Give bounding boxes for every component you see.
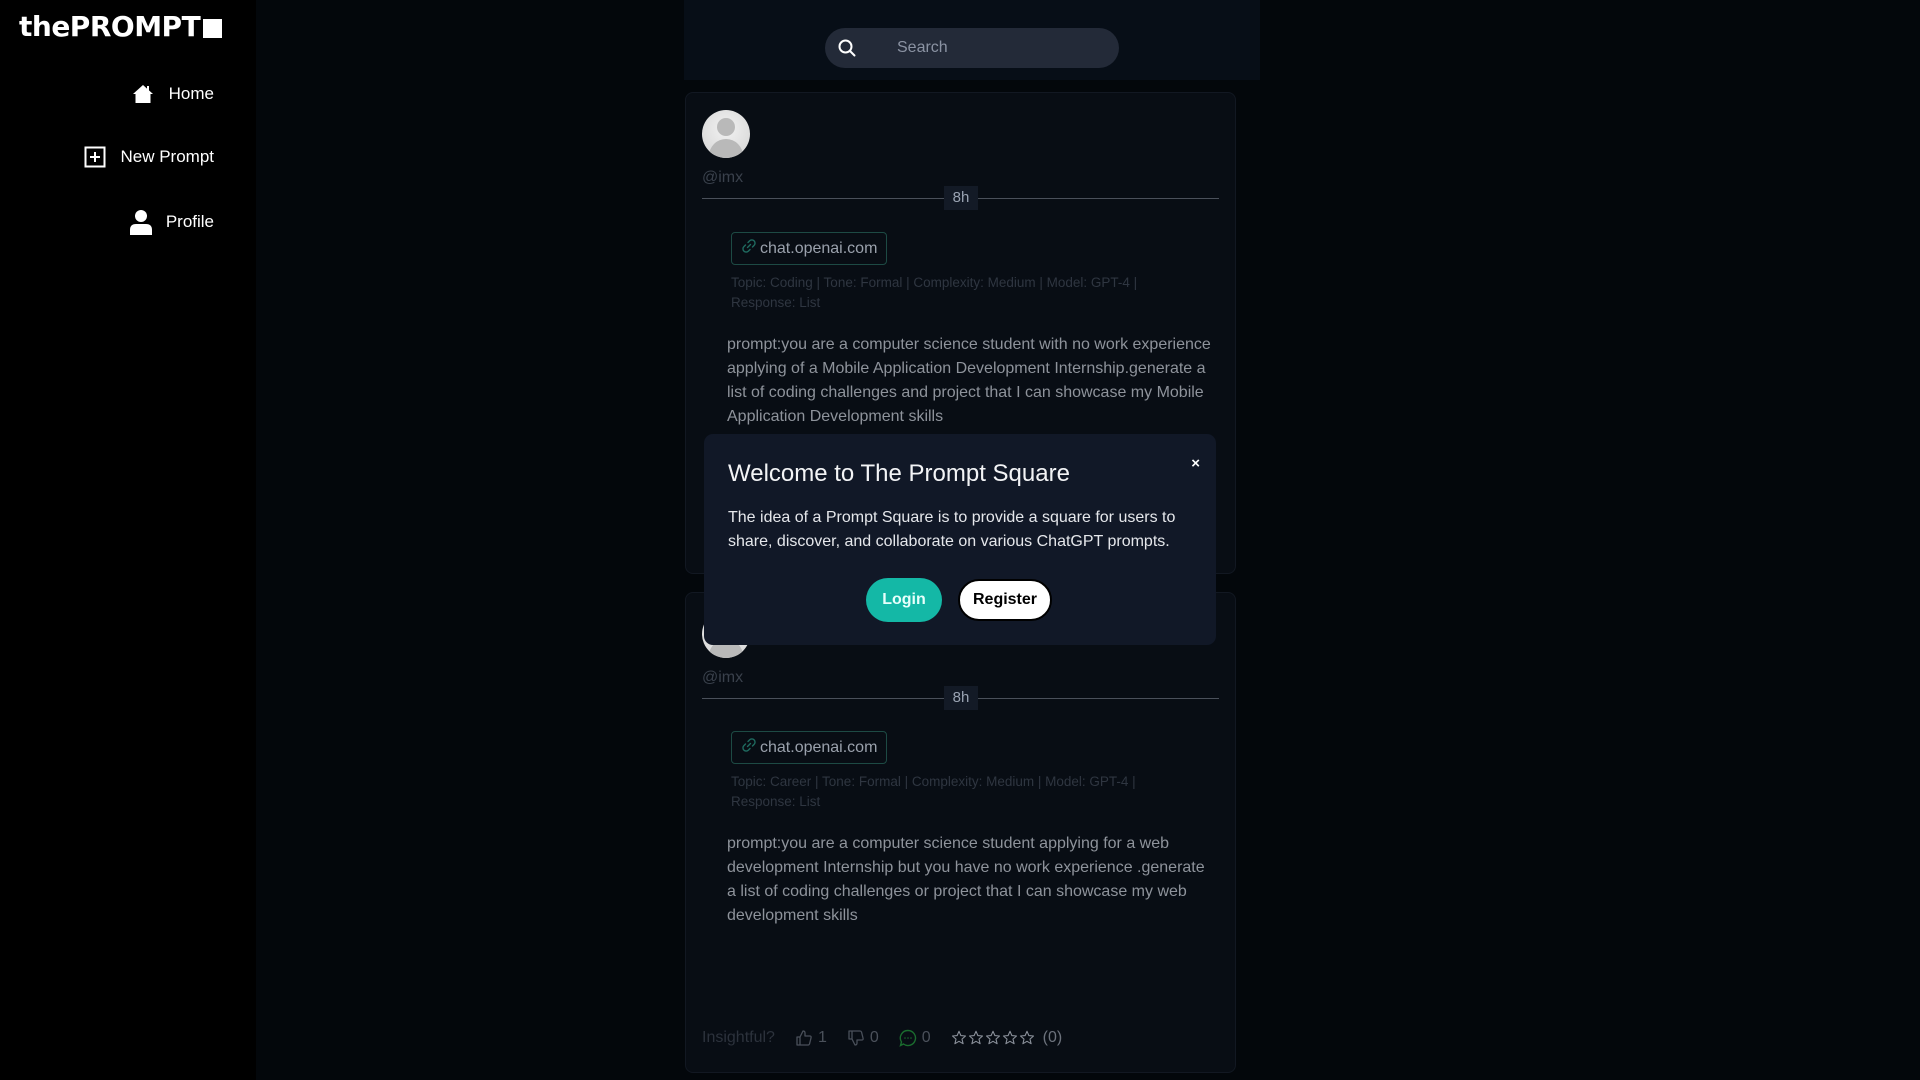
search-bar[interactable] <box>825 28 1119 68</box>
post-actions: Insightful? 1 0 0 (0) <box>702 1029 1062 1047</box>
logo[interactable]: thePROMPT <box>19 10 223 43</box>
link-text: chat.openai.com <box>760 738 878 756</box>
register-button[interactable]: Register <box>958 579 1052 621</box>
star-icon[interactable] <box>1019 1030 1035 1046</box>
rating-count: (0) <box>1042 1029 1063 1046</box>
dislike-count: 0 <box>869 1029 879 1046</box>
link-chip[interactable]: chat.openai.com <box>731 232 888 265</box>
login-button[interactable]: Login <box>866 578 942 622</box>
comment-icon <box>899 1029 916 1047</box>
insightful-label: Insightful? <box>702 1029 775 1046</box>
search-icon[interactable] <box>837 38 857 63</box>
plus-square-icon <box>84 146 106 168</box>
close-icon[interactable]: × <box>1191 455 1200 472</box>
like-count: 1 <box>817 1029 827 1046</box>
prompt-text: prompt:you are a computer science studen… <box>727 336 1211 425</box>
star-rating[interactable] <box>951 1030 1035 1046</box>
thumbs-down-icon <box>848 1030 864 1046</box>
avatar[interactable] <box>702 110 750 158</box>
star-icon[interactable] <box>968 1030 984 1046</box>
star-icon[interactable] <box>951 1030 967 1046</box>
sidebar-item-new-prompt[interactable]: New Prompt <box>84 146 214 168</box>
logo-square-icon <box>203 18 223 38</box>
comment-button[interactable]: 0 <box>899 1029 931 1047</box>
post-card: @imx 8h chat.openai.com Topic: Career | … <box>685 592 1236 1073</box>
comment-count: 0 <box>921 1029 931 1046</box>
prompt-text: prompt:you are a computer science studen… <box>727 835 1205 924</box>
modal-title: Welcome to The Prompt Square <box>728 460 1070 487</box>
sidebar-item-home[interactable]: Home <box>131 82 214 106</box>
modal-description: The idea of a Prompt Square is to provid… <box>728 509 1176 550</box>
post-time: 8h <box>944 186 978 210</box>
thumbs-up-icon <box>796 1030 812 1046</box>
star-icon[interactable] <box>985 1030 1001 1046</box>
home-icon <box>131 82 155 106</box>
link-text: chat.openai.com <box>760 239 878 257</box>
prompt-meta: Topic: Career | Tone: Formal | Complexit… <box>731 774 1136 809</box>
sidebar-item-label: Profile <box>165 212 214 231</box>
sidebar-item-profile[interactable]: Profile <box>129 209 214 235</box>
user-icon <box>129 209 152 235</box>
prompt-meta: Topic: Coding | Tone: Formal | Complexit… <box>731 275 1138 310</box>
welcome-modal: Welcome to The Prompt Square × The idea … <box>704 434 1216 645</box>
header <box>684 0 1260 80</box>
user-handle[interactable]: @imx <box>702 169 743 187</box>
dislike-button[interactable]: 0 <box>847 1029 879 1047</box>
link-chip[interactable]: chat.openai.com <box>731 731 888 764</box>
logo-text: thePROMPT <box>19 10 201 43</box>
sidebar: thePROMPT Home New Prompt Profile <box>0 0 256 1080</box>
like-button[interactable]: 1 <box>795 1029 827 1047</box>
sidebar-item-label: New Prompt <box>120 147 214 166</box>
search-input[interactable] <box>897 28 1107 68</box>
user-handle[interactable]: @imx <box>702 669 743 687</box>
star-icon[interactable] <box>1002 1030 1018 1046</box>
link-icon <box>741 238 757 259</box>
sidebar-item-label: Home <box>168 84 214 103</box>
link-icon <box>741 737 757 758</box>
post-time: 8h <box>944 686 978 710</box>
